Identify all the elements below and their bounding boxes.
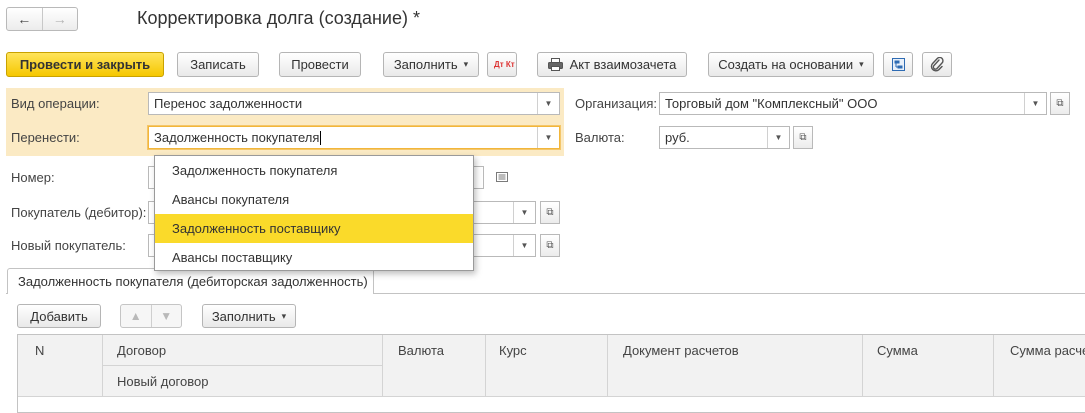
structure-icon [891,58,905,71]
nav-buttons: ← → [6,7,78,31]
column-header-currency[interactable]: Валюта [398,343,444,358]
column-header-n[interactable]: N [35,343,44,358]
column-header-contract[interactable]: Договор [117,343,166,358]
chevron-down-icon[interactable]: ▼ [513,202,535,223]
open-window-icon: ⧉ [546,240,554,251]
open-organization-button[interactable]: ⧉ [1050,92,1070,115]
move-down-icon[interactable]: ▼ [152,305,182,327]
transfer-field[interactable]: Задолженность покупателя ▼ [148,126,560,149]
post-and-close-button[interactable]: Провести и закрыть [6,52,164,77]
move-rows-group: ▲ ▼ [120,304,182,328]
buyer-label: Покупатель (дебитор): [11,205,147,220]
column-header-rate[interactable]: Курс [499,343,527,358]
column-header-settlement-doc[interactable]: Документ расчетов [623,343,739,358]
open-window-icon: ⧉ [1056,98,1064,109]
fill-button[interactable]: Заполнить ▾ [383,52,479,77]
open-new-buyer-button[interactable]: ⧉ [540,234,560,257]
debt-table: N Договор Новый договор Валюта Курс Доку… [17,334,1085,413]
dt-kt-icon: Дт Кт [494,59,515,69]
dropdown-item[interactable]: Авансы поставщику [155,243,473,272]
new-buyer-label: Новый покупатель: [11,238,126,253]
dropdown-item-selected[interactable]: Задолженность поставщику [155,214,473,243]
dropdown-item[interactable]: Задолженность покупателя [155,156,473,185]
paperclip-icon [930,57,944,72]
number-label: Номер: [11,170,55,185]
back-button[interactable]: ← [7,8,42,30]
attach-button[interactable] [922,52,952,77]
chevron-down-icon[interactable]: ▼ [537,127,559,148]
chevron-down-icon: ▾ [281,310,287,321]
structure-button[interactable] [883,52,913,77]
list-icon[interactable] [495,170,509,187]
organization-label: Организация: [575,96,658,111]
move-up-icon[interactable]: ▲ [121,305,151,327]
currency-field[interactable]: руб. ▼ [659,126,790,149]
open-window-icon: ⧉ [799,132,807,143]
dt-kt-button[interactable]: Дт Кт [487,52,517,77]
transfer-value: Задолженность покупателя [154,129,320,145]
chevron-down-icon[interactable]: ▼ [537,93,559,114]
forward-button[interactable]: → [43,8,78,30]
table-header: N Договор Новый договор Валюта Курс Доку… [18,335,1085,397]
dropdown-item[interactable]: Авансы покупателя [155,185,473,214]
write-button[interactable]: Записать [177,52,259,77]
page-title: Корректировка долга (создание) * [137,8,420,28]
open-window-icon: ⧉ [546,207,554,218]
post-label: Провести [291,57,349,72]
act-button[interactable]: Акт взаимозачета [537,52,687,77]
add-row-label: Добавить [30,308,88,324]
table-fill-button[interactable]: Заполнить ▾ [202,304,296,328]
printer-icon [547,58,563,71]
write-label: Записать [190,57,246,72]
column-header-amount-settle[interactable]: Сумма расче [1010,343,1085,358]
post-button[interactable]: Провести [279,52,361,77]
create-based-button[interactable]: Создать на основании ▾ [708,52,874,77]
text-cursor [320,131,322,146]
operation-type-field[interactable]: Перенос задолженности ▼ [148,92,560,115]
chevron-down-icon: ▾ [463,59,469,69]
open-currency-button[interactable]: ⧉ [793,126,813,149]
currency-label: Валюта: [575,130,625,145]
create-based-label: Создать на основании [718,57,854,72]
chevron-down-icon[interactable]: ▼ [1024,93,1046,114]
organization-value: Торговый дом "Комплексный" ООО [665,96,878,111]
column-header-amount[interactable]: Сумма [877,343,918,358]
chevron-down-icon[interactable]: ▼ [513,235,535,256]
currency-value: руб. [665,130,690,145]
fill-label: Заполнить [393,57,458,72]
column-header-new-contract[interactable]: Новый договор [117,374,208,389]
operation-type-label: Вид операции: [11,96,100,111]
chevron-down-icon[interactable]: ▼ [767,127,789,148]
add-row-button[interactable]: Добавить [17,304,101,328]
organization-field[interactable]: Торговый дом "Комплексный" ООО ▼ [659,92,1047,115]
operation-type-value: Перенос задолженности [154,96,303,111]
act-label: Акт взаимозачета [569,57,677,72]
table-fill-label: Заполнить [211,308,276,324]
transfer-dropdown-list: Задолженность покупателя Авансы покупате… [154,155,474,271]
open-buyer-button[interactable]: ⧉ [540,201,560,224]
transfer-label: Перенести: [11,130,80,145]
post-and-close-label: Провести и закрыть [19,57,151,72]
chevron-down-icon: ▾ [859,59,864,69]
